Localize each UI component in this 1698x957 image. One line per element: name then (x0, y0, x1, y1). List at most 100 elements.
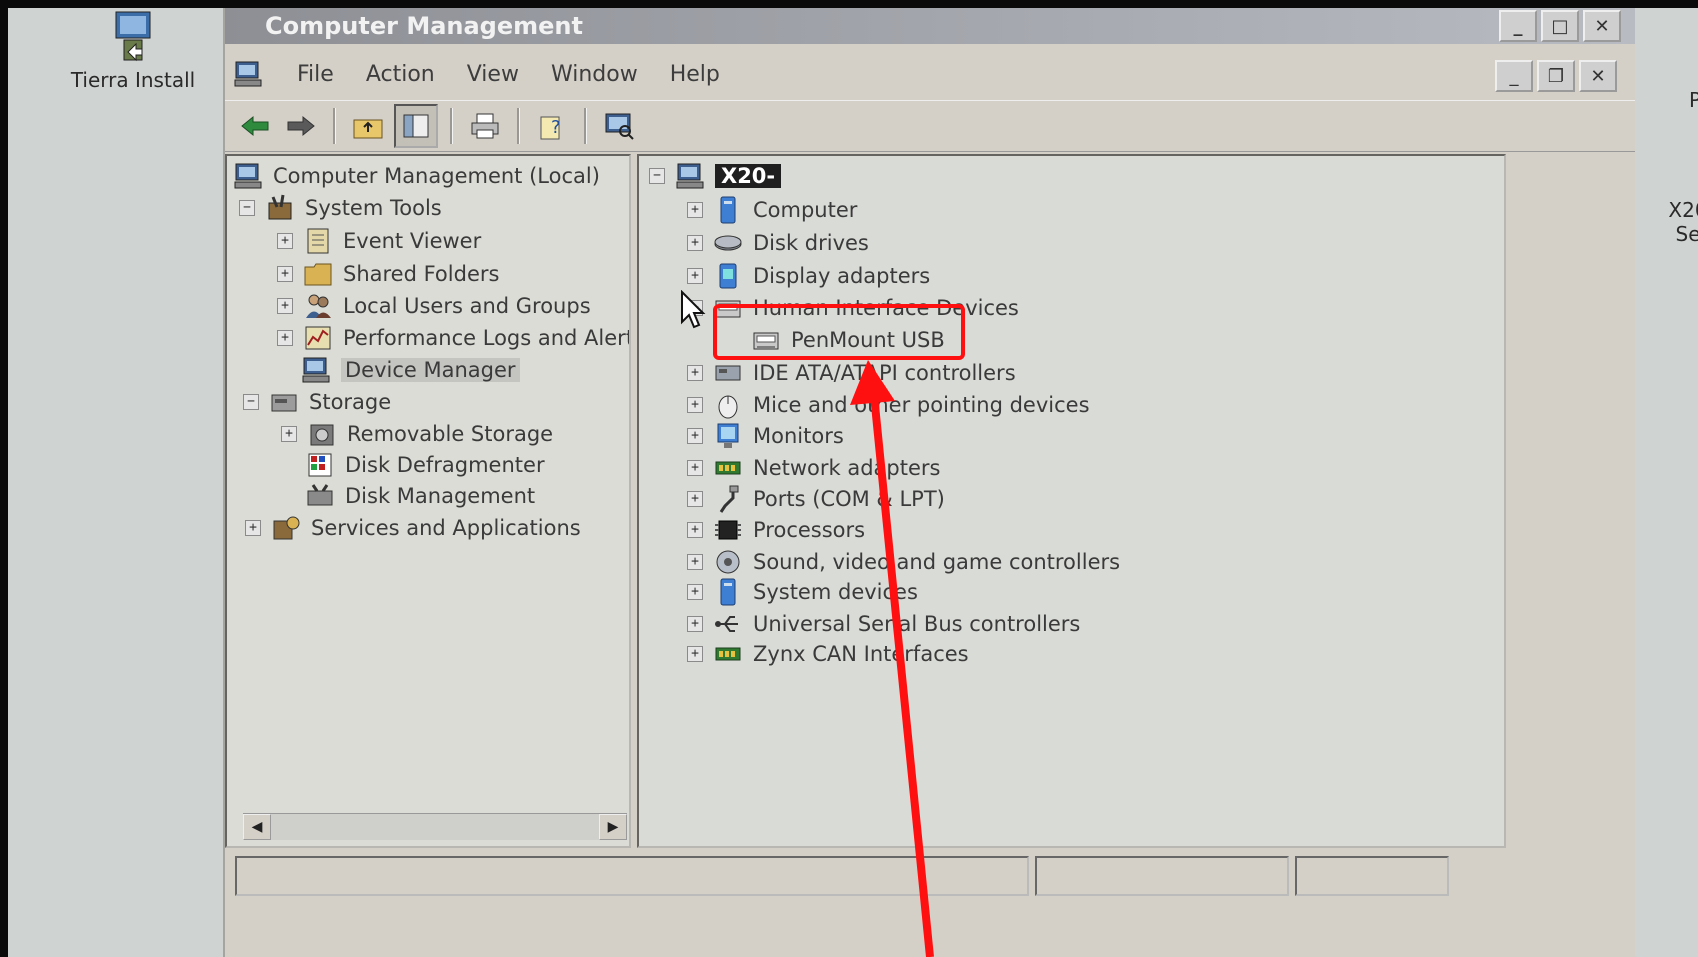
expand-toggle-icon[interactable]: + (687, 268, 703, 284)
expand-toggle-icon[interactable]: + (687, 646, 703, 662)
minimize-button[interactable]: _ (1499, 10, 1537, 42)
tree-item-label: System Tools (305, 196, 442, 220)
device-category-mice-and-other-pointing-devices[interactable]: + Mice and other pointing devices (687, 389, 1090, 421)
tree-item-computer-management-local[interactable]: Computer Management (Local) (233, 160, 600, 192)
device-manager-icon (302, 357, 330, 383)
tree-item-label: Event Viewer (343, 229, 482, 253)
horizontal-scrollbar[interactable]: ◀ ▶ (243, 813, 627, 840)
tree-root-computer[interactable]: − X20- (649, 160, 782, 192)
expand-toggle-icon[interactable]: + (277, 266, 293, 282)
desktop-icon-partial-top[interactable]: P (1680, 88, 1698, 112)
up-one-level-button[interactable] (348, 106, 388, 146)
collapse-toggle-icon[interactable]: − (243, 394, 259, 410)
menu-window[interactable]: Window (535, 62, 654, 87)
tree-item-disk-management[interactable]: Disk Management (281, 480, 535, 512)
menu-view[interactable]: View (451, 62, 535, 87)
printer-icon (471, 113, 499, 139)
tree-item-device-manager[interactable]: Device Manager (277, 354, 520, 386)
device-category-disk-drives[interactable]: + Disk drives (687, 227, 869, 259)
toolbar-separator (517, 108, 520, 144)
title-bar[interactable]: Computer Management _ □ ✕ (225, 8, 1635, 44)
desktop-icon-tierra-install[interactable]: Tierra Install (58, 8, 208, 92)
tree-connector (281, 458, 295, 472)
desktop-icon-label: X20 (1668, 198, 1698, 222)
menu-help[interactable]: Help (654, 62, 736, 87)
scan-hardware-button[interactable] (599, 106, 639, 146)
desktop: Tierra Install P X20 Se Computer Managem… (8, 8, 1698, 957)
expand-toggle-icon[interactable]: + (687, 584, 703, 600)
tree-item-disk-defragmenter[interactable]: Disk Defragmenter (281, 449, 545, 481)
device-category-monitors[interactable]: + Monitors (687, 420, 844, 452)
expand-toggle-icon[interactable]: + (687, 397, 703, 413)
expand-toggle-icon[interactable]: + (687, 235, 703, 251)
expand-toggle-icon[interactable]: + (687, 491, 703, 507)
computer-icon[interactable] (233, 59, 263, 89)
display-adapters-icon (719, 263, 737, 289)
device-category-sound-video-and-game-controllers[interactable]: + Sound, video and game controllers (687, 546, 1120, 578)
collapse-toggle-icon[interactable]: − (649, 168, 665, 184)
device-category-system-devices[interactable]: + System devices (687, 576, 918, 608)
properties-help-button[interactable]: ? (532, 106, 572, 146)
services-icon (273, 516, 300, 540)
show-hide-tree-button[interactable] (394, 104, 438, 148)
device-category-display-adapters[interactable]: + Display adapters (687, 260, 930, 292)
expand-toggle-icon[interactable]: + (687, 428, 703, 444)
print-button[interactable] (465, 106, 505, 146)
expand-toggle-icon[interactable]: + (687, 554, 703, 570)
device-category-universal-serial-bus-controllers[interactable]: + Universal Serial Bus controllers (687, 608, 1080, 640)
close-button[interactable]: ✕ (1583, 10, 1621, 42)
expand-toggle-icon[interactable]: + (277, 330, 293, 346)
status-panel (1295, 856, 1449, 896)
expand-toggle-icon[interactable]: + (245, 520, 261, 536)
device-category-ports-com-lpt[interactable]: + Ports (COM & LPT) (687, 483, 945, 515)
scroll-right-button[interactable]: ▶ (599, 814, 627, 840)
tree-item-services-and-applications[interactable]: + Services and Applications (245, 512, 581, 544)
menu-action[interactable]: Action (350, 62, 451, 87)
expand-toggle-icon[interactable]: + (277, 298, 293, 314)
tree-item-performance-logs-and-alerts[interactable]: + Performance Logs and Alerts (277, 322, 629, 354)
menu-file[interactable]: File (281, 62, 350, 87)
computer-icon (676, 163, 704, 189)
child-minimize-button[interactable]: _ (1495, 60, 1533, 92)
annotation-highlight-box (713, 304, 965, 360)
device-label: Monitors (753, 424, 844, 448)
back-button[interactable] (235, 106, 275, 146)
scroll-left-button[interactable]: ◀ (243, 814, 271, 840)
expand-toggle-icon[interactable]: + (687, 202, 703, 218)
tree-item-shared-folders[interactable]: + Shared Folders (277, 258, 499, 290)
desktop-icon-x20[interactable]: X20 Se (1658, 198, 1698, 246)
expand-toggle-icon[interactable]: + (687, 460, 703, 476)
expand-toggle-icon[interactable]: + (687, 365, 703, 381)
collapse-toggle-icon[interactable]: − (239, 200, 255, 216)
expand-toggle-icon[interactable]: + (687, 522, 703, 538)
tree-item-label: Local Users and Groups (343, 294, 591, 318)
tree-item-local-users-and-groups[interactable]: + Local Users and Groups (277, 290, 591, 322)
tree-item-removable-storage[interactable]: + Removable Storage (281, 418, 553, 450)
tree-item-event-viewer[interactable]: + Event Viewer (277, 225, 481, 257)
mouse-cursor-icon (681, 290, 706, 329)
toolbar-separator (333, 108, 336, 144)
tree-item-label: Removable Storage (347, 422, 554, 446)
device-label: Zynx CAN Interfaces (753, 642, 969, 666)
maximize-button[interactable]: □ (1541, 10, 1579, 42)
expand-toggle-icon[interactable]: + (277, 233, 293, 249)
device-category-processors[interactable]: + Processors (687, 514, 865, 546)
expand-toggle-icon[interactable]: + (281, 426, 297, 442)
tools-icon (268, 194, 292, 220)
child-restore-button[interactable]: ❐ (1537, 60, 1575, 92)
device-category-computer[interactable]: + Computer (687, 194, 857, 226)
forward-button[interactable] (281, 106, 321, 146)
device-category-network-adapters[interactable]: + Network adapters (687, 452, 940, 484)
tree-item-system-tools[interactable]: − System Tools (239, 192, 442, 224)
desktop-icon-label: Se (1675, 222, 1698, 246)
sound-video-and-game-controllers-icon (716, 550, 740, 574)
device-category-zynx-can-interfaces[interactable]: + Zynx CAN Interfaces (687, 638, 969, 670)
toolbar-separator (584, 108, 587, 144)
device-label: Universal Serial Bus controllers (753, 612, 1081, 636)
tree-item-storage[interactable]: − Storage (243, 386, 391, 418)
device-category-ide-ata-atapi-controllers[interactable]: + IDE ATA/ATAPI controllers (687, 357, 1016, 389)
child-close-button[interactable]: ✕ (1579, 60, 1617, 92)
expand-toggle-icon[interactable]: + (687, 616, 703, 632)
device-label: Processors (753, 518, 866, 542)
system-devices-icon (720, 578, 736, 606)
